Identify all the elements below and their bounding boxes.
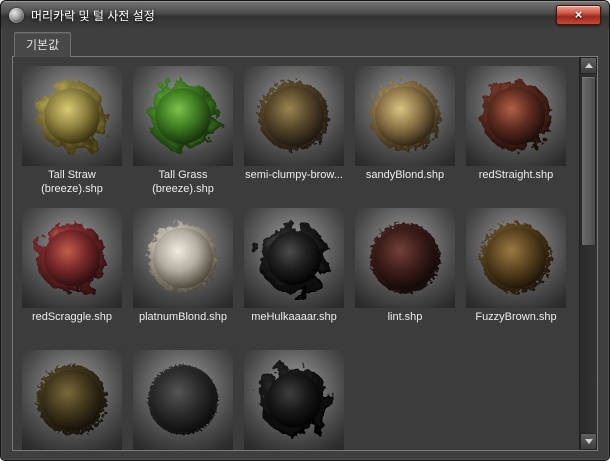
- fur-ball: [481, 81, 551, 151]
- tab-default[interactable]: 기본값: [14, 32, 72, 57]
- tab-bar: 기본값: [12, 32, 598, 57]
- fur-ball: [259, 365, 329, 435]
- preset-thumbnail: [466, 66, 566, 166]
- preset-thumbnail: [22, 66, 122, 166]
- window-title: 머리카락 및 털 사전 설정: [31, 8, 155, 23]
- preset-thumbnail: [133, 208, 233, 308]
- fur-ball: [370, 223, 440, 293]
- preset-item[interactable]: redStraight.shp: [466, 66, 566, 196]
- screen: 머리카락 및 털 사전 설정 × 기본값 Tall Straw (breeze)…: [0, 0, 610, 461]
- presets-panel: Tall Straw (breeze).shp Tall Grass (bree…: [12, 56, 598, 451]
- title-bar[interactable]: 머리카락 및 털 사전 설정 ×: [1, 1, 609, 29]
- dialog-window: 머리카락 및 털 사전 설정 × 기본값 Tall Straw (breeze)…: [0, 0, 610, 461]
- fur-ball: [370, 81, 440, 151]
- arrow-down-icon: [584, 439, 593, 444]
- preset-label: semi-clumpy-brow...: [245, 169, 343, 181]
- preset-label: lint.shp: [387, 311, 423, 323]
- preset-label: Tall Straw (breeze).shp: [41, 169, 103, 195]
- preset-label: platnumBlond.shp: [138, 311, 228, 323]
- preset-label: redScraggle.shp: [31, 311, 113, 323]
- preset-thumbnail: [244, 350, 344, 450]
- preset-thumbnail: [244, 66, 344, 166]
- fur-ball: [37, 81, 107, 151]
- preset-item[interactable]: semi-clumpy-brow...: [244, 66, 344, 196]
- preset-item[interactable]: redScraggle.shp: [22, 208, 122, 338]
- preset-grid: Tall Straw (breeze).shp Tall Grass (bree…: [13, 57, 579, 450]
- fur-ball: [37, 365, 107, 435]
- window-body: 기본값 Tall Straw (breeze).shp Tall Grass (…: [1, 32, 609, 451]
- preset-label: meHulkaaaar.shp: [251, 311, 337, 323]
- scrollbar-track[interactable]: [580, 74, 597, 433]
- preset-thumbnail: [133, 350, 233, 450]
- preset-item[interactable]: [244, 350, 344, 450]
- close-icon: ×: [574, 6, 583, 22]
- preset-item[interactable]: [133, 350, 233, 450]
- preset-thumbnail: [244, 208, 344, 308]
- fur-ball: [259, 81, 329, 151]
- preset-item[interactable]: lint.shp: [355, 208, 455, 338]
- preset-thumbnail: [22, 208, 122, 308]
- fur-ball: [259, 223, 329, 293]
- close-button[interactable]: ×: [556, 5, 601, 25]
- scroll-down-button[interactable]: [580, 433, 597, 450]
- preset-item[interactable]: [22, 350, 122, 450]
- fur-ball: [481, 223, 551, 293]
- preset-item[interactable]: FuzzyBrown.shp: [466, 208, 566, 338]
- preset-thumbnail: [355, 208, 455, 308]
- preset-item[interactable]: Tall Grass (breeze).shp: [133, 66, 233, 196]
- arrow-up-icon: [584, 63, 593, 68]
- fur-ball: [148, 81, 218, 151]
- preset-item[interactable]: Tall Straw (breeze).shp: [22, 66, 122, 196]
- preset-label: FuzzyBrown.shp: [475, 311, 557, 323]
- fur-ball: [148, 223, 218, 293]
- preset-label: sandyBlond.shp: [365, 169, 445, 181]
- fur-ball: [37, 223, 107, 293]
- preset-item[interactable]: platnumBlond.shp: [133, 208, 233, 338]
- preset-label: Tall Grass (breeze).shp: [152, 169, 214, 195]
- scroll-up-button[interactable]: [580, 57, 597, 74]
- scrollbar[interactable]: [579, 57, 597, 450]
- preset-thumbnail: [22, 350, 122, 450]
- preset-thumbnail: [355, 66, 455, 166]
- preset-thumbnail: [133, 66, 233, 166]
- preset-thumbnail: [466, 208, 566, 308]
- window-icon[interactable]: [9, 7, 24, 23]
- preset-label: redStraight.shp: [478, 169, 554, 181]
- preset-item[interactable]: sandyBlond.shp: [355, 66, 455, 196]
- scrollbar-thumb[interactable]: [581, 76, 596, 246]
- preset-item[interactable]: meHulkaaaar.shp: [244, 208, 344, 338]
- fur-ball: [148, 365, 218, 435]
